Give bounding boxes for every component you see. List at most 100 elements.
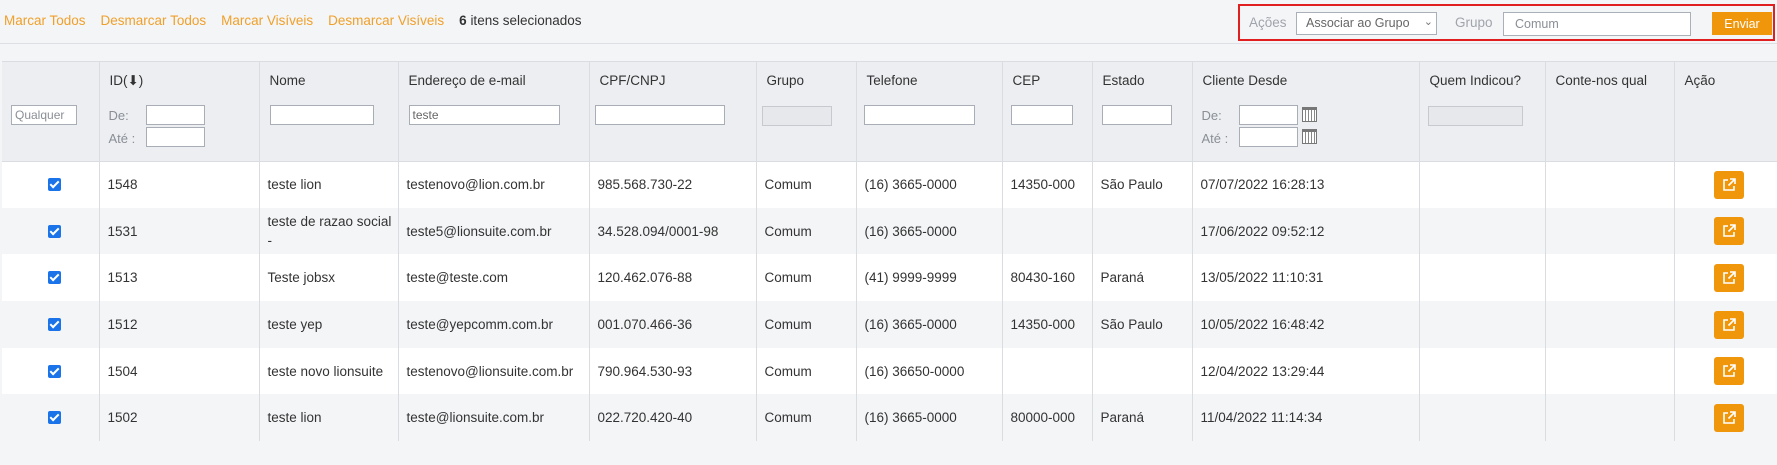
cpf-cell: 120.462.076-88 <box>588 254 756 301</box>
id-to-input[interactable] <box>145 127 205 147</box>
header-id[interactable]: ID(⬇) <box>98 62 259 99</box>
state-cell: São Paulo <box>1091 161 1192 208</box>
tell-us-cell <box>1544 348 1674 394</box>
filter-cell-state <box>1091 99 1192 162</box>
email-cell: testenovo@lionsuite.com.br <box>397 348 589 394</box>
table-header-row: ID(⬇) Nome Endereço de e-mail CPF/CNPJ G… <box>2 62 1777 99</box>
any-filter-input[interactable]: Qualquer <box>11 105 77 125</box>
filter-cell-client-since: De: Até : <box>1191 99 1419 162</box>
filter-cell-cpf <box>588 99 756 162</box>
name-filter-input[interactable] <box>269 105 374 125</box>
table-body: 1548 teste lion testenovo@lion.com.br 985.5… <box>2 161 1777 441</box>
external-link-icon <box>1722 410 1736 424</box>
action-cell <box>1673 254 1777 301</box>
external-link-icon <box>1722 177 1736 191</box>
table-row[interactable]: 1548 teste lion testenovo@lion.com.br 985.5… <box>2 161 1777 208</box>
since-from-input[interactable] <box>1238 105 1298 125</box>
open-record-button[interactable] <box>1713 170 1744 199</box>
open-record-button[interactable] <box>1713 403 1744 432</box>
calendar-icon[interactable] <box>1301 129 1317 144</box>
table-row[interactable]: 1504 teste novo lionsuite testenovo@lionsu… <box>2 348 1777 394</box>
row-checkbox[interactable] <box>47 318 61 331</box>
selection-links: Marcar Todos Desmarcar Todos Marcar Visí… <box>4 13 582 28</box>
external-link-icon <box>1722 364 1736 377</box>
id-to-label: Até : <box>108 131 136 146</box>
row-checkbox[interactable] <box>47 224 61 238</box>
selection-toolbar: Marcar Todos Desmarcar Todos Marcar Visí… <box>0 0 1777 44</box>
cpf-cell: 022.720.420-40 <box>588 394 756 441</box>
external-link-icon <box>1722 317 1736 331</box>
action-cell <box>1673 348 1777 394</box>
header-cep[interactable]: CEP <box>1001 62 1092 99</box>
since-to-input[interactable] <box>1238 127 1298 147</box>
name-cell: Teste jobsx <box>258 254 398 301</box>
action-cell <box>1673 208 1777 254</box>
open-record-button[interactable] <box>1713 357 1744 385</box>
row-checkbox[interactable] <box>47 178 61 192</box>
tell-us-cell <box>1544 301 1674 348</box>
referred-cell <box>1418 394 1545 441</box>
state-cell <box>1091 348 1192 394</box>
filter-cell-action <box>1673 99 1777 162</box>
filter-cell-select: Qualquer <box>2 99 99 162</box>
mark-visible-link[interactable]: Marcar Visíveis <box>221 13 313 28</box>
cpf-cell: 790.964.530-93 <box>588 348 756 394</box>
cep-filter-input[interactable] <box>1010 105 1073 125</box>
unmark-all-link[interactable]: Desmarcar Todos <box>101 13 207 28</box>
name-cell: teste de razao social - <box>258 208 398 254</box>
filter-cell-id: De: Até : <box>98 99 259 162</box>
chevron-down-icon: ⌄ <box>1423 16 1433 28</box>
referred-cell <box>1418 161 1545 208</box>
select-cell <box>2 394 99 441</box>
cpf-filter-input[interactable] <box>594 105 725 125</box>
client-since-cell: 12/04/2022 13:29:44 <box>1191 348 1419 394</box>
actions-select[interactable]: Associar ao Grupo ⌄ <box>1296 12 1437 35</box>
group-cell: Comum <box>755 301 856 348</box>
email-cell: testenovo@lion.com.br <box>397 161 589 208</box>
phone-filter-input[interactable] <box>863 105 975 125</box>
row-checkbox[interactable] <box>47 271 61 284</box>
open-record-button[interactable] <box>1713 310 1744 339</box>
open-record-button[interactable] <box>1713 217 1744 245</box>
row-checkbox[interactable] <box>47 411 61 424</box>
table-row[interactable]: 1502 teste lion teste@lionsuite.com.br 022.… <box>2 394 1777 441</box>
table-row[interactable]: 1512 teste yep teste@yepcomm.com.br 001.070… <box>2 301 1777 348</box>
email-filter-input[interactable]: teste <box>408 105 560 125</box>
group-cell: Comum <box>755 348 856 394</box>
cpf-cell: 34.528.094/0001-98 <box>588 208 756 254</box>
name-cell: teste lion <box>258 161 398 208</box>
header-cpf[interactable]: CPF/CNPJ <box>588 62 756 99</box>
row-checkbox[interactable] <box>47 364 61 378</box>
calendar-icon[interactable] <box>1301 107 1317 122</box>
action-cell <box>1673 301 1777 348</box>
external-link-icon <box>1722 224 1736 237</box>
header-email[interactable]: Endereço de e-mail <box>397 62 589 99</box>
table-row[interactable]: 1531 teste de razao social - teste5@lionsu… <box>2 208 1777 254</box>
header-state[interactable]: Estado <box>1091 62 1192 99</box>
action-cell <box>1673 394 1777 441</box>
id-from-input[interactable] <box>145 105 205 125</box>
phone-cell: (16) 3665-0000 <box>855 394 1002 441</box>
open-record-button[interactable] <box>1713 263 1744 292</box>
cep-cell: 80000-000 <box>1001 394 1092 441</box>
filter-cell-phone <box>855 99 1002 162</box>
action-cell <box>1673 161 1777 208</box>
header-referred-by[interactable]: Quem Indicou? <box>1418 62 1545 99</box>
state-cell <box>1091 208 1192 254</box>
mark-all-link[interactable]: Marcar Todos <box>4 13 86 28</box>
group-cell: Comum <box>755 394 856 441</box>
state-filter-input[interactable] <box>1101 105 1172 125</box>
header-name[interactable]: Nome <box>258 62 398 99</box>
email-cell: teste@yepcomm.com.br <box>397 301 589 348</box>
header-tell-us[interactable]: Conte-nos qual <box>1544 62 1674 99</box>
referred-cell <box>1418 301 1545 348</box>
client-since-cell: 13/05/2022 11:10:31 <box>1191 254 1419 301</box>
actions-label: Ações <box>1249 15 1287 30</box>
table-row[interactable]: 1513 Teste jobsx teste@teste.com 120.462.07… <box>2 254 1777 301</box>
send-button[interactable]: Enviar <box>1712 12 1772 35</box>
unmark-visible-link[interactable]: Desmarcar Visíveis <box>328 13 444 28</box>
group-input[interactable]: Comum <box>1503 12 1691 36</box>
header-phone[interactable]: Telefone <box>855 62 1002 99</box>
header-client-since[interactable]: Cliente Desde <box>1191 62 1419 99</box>
header-group[interactable]: Grupo <box>755 62 856 99</box>
